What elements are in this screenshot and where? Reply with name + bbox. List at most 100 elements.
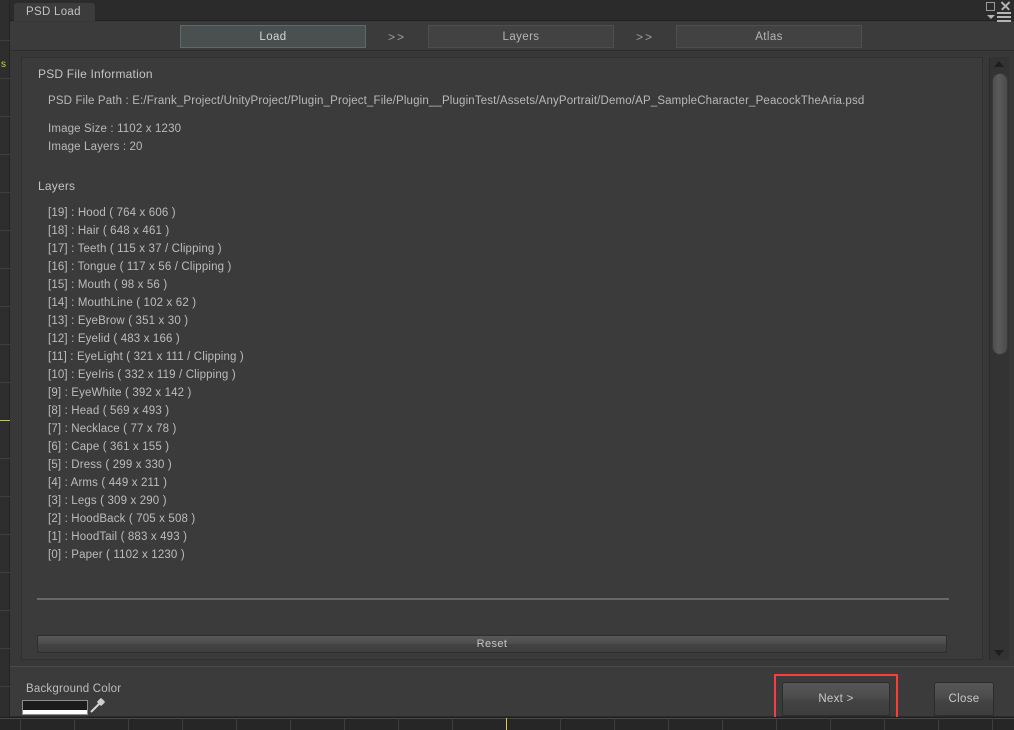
ruler-topline bbox=[0, 718, 1014, 719]
ruler-tick bbox=[398, 718, 399, 730]
ruler-tick bbox=[830, 718, 831, 730]
reset-button-label: Reset bbox=[476, 638, 508, 650]
window-tabbar: PSD Load bbox=[10, 0, 1014, 22]
psd-file-information-heading: PSD File Information bbox=[38, 67, 153, 81]
layer-list-item[interactable]: [17] : Teeth ( 115 x 37 / Clipping ) bbox=[48, 243, 222, 255]
close-button[interactable]: Close bbox=[934, 682, 994, 716]
background-strip-tick bbox=[0, 382, 10, 383]
step-arrow-3: >> bbox=[620, 25, 670, 48]
background-strip-tick bbox=[0, 116, 10, 117]
ruler-tick bbox=[344, 718, 345, 730]
layer-list-item[interactable]: [0] : Paper ( 1102 x 1230 ) bbox=[48, 549, 185, 561]
layer-list-item[interactable]: [16] : Tongue ( 117 x 56 / Clipping ) bbox=[48, 261, 232, 273]
background-strip-tick bbox=[0, 610, 10, 611]
layers-heading: Layers bbox=[38, 179, 76, 193]
step-button-label-load: Load bbox=[259, 30, 287, 43]
layer-list-item[interactable]: [14] : MouthLine ( 102 x 62 ) bbox=[48, 297, 196, 309]
ruler-tick bbox=[452, 718, 453, 730]
ruler-tick bbox=[722, 718, 723, 730]
layer-list-item[interactable]: [4] : Arms ( 449 x 211 ) bbox=[48, 477, 167, 489]
tab-psd-load[interactable]: PSD Load bbox=[14, 3, 95, 21]
scroll-up-arrow-icon[interactable] bbox=[994, 61, 1004, 67]
step-arrow-1: >> bbox=[372, 25, 422, 48]
ruler-tick bbox=[614, 718, 615, 730]
editor-window: PSD Load Load >> Layers >> Atlas PSD File In… bbox=[10, 0, 1014, 724]
background-strip-tick bbox=[0, 534, 10, 535]
ruler-tick bbox=[992, 718, 993, 730]
layer-list-item[interactable]: [8] : Head ( 569 x 493 ) bbox=[48, 405, 169, 417]
background-strip-tick bbox=[0, 344, 10, 345]
bottom-timeline-ruler[interactable] bbox=[0, 717, 1014, 730]
close-button-label: Close bbox=[948, 693, 980, 705]
psd-file-path-line: PSD File Path : E:/Frank_Project/UnityPr… bbox=[48, 95, 865, 107]
layer-list-item[interactable]: [19] : Hood ( 764 x 606 ) bbox=[48, 207, 176, 219]
content-vertical-scrollbar[interactable] bbox=[989, 57, 1009, 660]
ruler-tick bbox=[128, 718, 129, 730]
ruler-tick bbox=[290, 718, 291, 730]
psd-info-scroll-content: PSD File Information PSD File Path : E:/… bbox=[21, 57, 983, 660]
ruler-tick bbox=[560, 718, 561, 730]
ruler-tick bbox=[236, 718, 237, 730]
step-button-atlas[interactable]: Atlas bbox=[676, 25, 862, 48]
background-strip-tick bbox=[0, 648, 10, 649]
background-strip-tick bbox=[0, 40, 10, 41]
ruler-tick bbox=[938, 718, 939, 730]
chevron-down-icon bbox=[987, 15, 995, 19]
layer-list-item[interactable]: [10] : EyeIris ( 332 x 119 / Clipping ) bbox=[48, 369, 236, 381]
background-strip-tick bbox=[0, 268, 10, 269]
layer-list-item[interactable]: [12] : Eyelid ( 483 x 166 ) bbox=[48, 333, 180, 345]
maximize-icon[interactable] bbox=[986, 1, 995, 11]
layer-list-item[interactable]: [13] : EyeBrow ( 351 x 30 ) bbox=[48, 315, 188, 327]
step-arrow-label-3: >> bbox=[635, 29, 654, 44]
ruler-tick bbox=[776, 718, 777, 730]
tab-psd-load-label: PSD Load bbox=[26, 6, 81, 18]
next-button[interactable]: Next > bbox=[782, 682, 890, 716]
background-color-label: Background Color bbox=[26, 683, 122, 695]
step-button-load[interactable]: Load bbox=[180, 25, 366, 48]
ruler-tick bbox=[182, 718, 183, 730]
hamburger-icon bbox=[997, 12, 1011, 22]
layer-list-item[interactable]: [5] : Dress ( 299 x 330 ) bbox=[48, 459, 172, 471]
step-button-label-layers: Layers bbox=[502, 30, 540, 43]
dialog-footer: Background Color Next > Close bbox=[10, 666, 1014, 724]
psd-load-window-root: s PSD Load Load >> Layers >> Atlas PSD File … bbox=[0, 0, 1014, 730]
scroll-down-arrow-icon[interactable] bbox=[994, 650, 1004, 656]
background-color-swatch[interactable] bbox=[22, 700, 88, 715]
scrollbar-thumb[interactable] bbox=[992, 73, 1008, 355]
next-button-label: Next > bbox=[818, 693, 854, 705]
window-controls bbox=[986, 1, 1010, 11]
background-strip-playhead bbox=[0, 420, 10, 421]
background-strip-marker-label: s bbox=[1, 59, 6, 70]
step-toolbar: Load >> Layers >> Atlas bbox=[10, 22, 1014, 51]
background-strip-tick bbox=[0, 154, 10, 155]
layer-list-item[interactable]: [1] : HoodTail ( 883 x 493 ) bbox=[48, 531, 187, 543]
panel-menu-icon[interactable] bbox=[987, 12, 1011, 22]
content-divider bbox=[37, 598, 949, 600]
ruler-playhead[interactable] bbox=[506, 718, 507, 730]
layer-list-item[interactable]: [7] : Necklace ( 77 x 78 ) bbox=[48, 423, 177, 435]
ruler-tick bbox=[884, 718, 885, 730]
background-strip-tick bbox=[0, 306, 10, 307]
background-strip-tick bbox=[0, 686, 10, 687]
layer-list-item[interactable]: [11] : EyeLight ( 321 x 111 / Clipping ) bbox=[48, 351, 244, 363]
eyedropper-icon[interactable] bbox=[90, 697, 106, 716]
background-strip-tick bbox=[0, 192, 10, 193]
ruler-tick bbox=[20, 718, 21, 730]
ruler-tick bbox=[74, 718, 75, 730]
step-button-layers[interactable]: Layers bbox=[428, 25, 614, 48]
background-strip-tick bbox=[0, 496, 10, 497]
layer-list-item[interactable]: [15] : Mouth ( 98 x 56 ) bbox=[48, 279, 167, 291]
layer-list-item[interactable]: [9] : EyeWhite ( 392 x 142 ) bbox=[48, 387, 192, 399]
image-size-line: Image Size : 1102 x 1230 bbox=[48, 123, 182, 135]
background-timeline-strip: s bbox=[0, 0, 10, 716]
step-arrow-label-1: >> bbox=[387, 29, 406, 44]
close-icon[interactable] bbox=[1000, 1, 1010, 11]
layer-list-item[interactable]: [3] : Legs ( 309 x 290 ) bbox=[48, 495, 167, 507]
step-button-label-atlas: Atlas bbox=[755, 30, 783, 43]
background-strip-tick bbox=[0, 78, 10, 79]
reset-button[interactable]: Reset bbox=[37, 635, 947, 653]
layer-list-item[interactable]: [18] : Hair ( 648 x 461 ) bbox=[48, 225, 169, 237]
ruler-tick bbox=[668, 718, 669, 730]
layer-list-item[interactable]: [2] : HoodBack ( 705 x 508 ) bbox=[48, 513, 195, 525]
layer-list-item[interactable]: [6] : Cape ( 361 x 155 ) bbox=[48, 441, 169, 453]
